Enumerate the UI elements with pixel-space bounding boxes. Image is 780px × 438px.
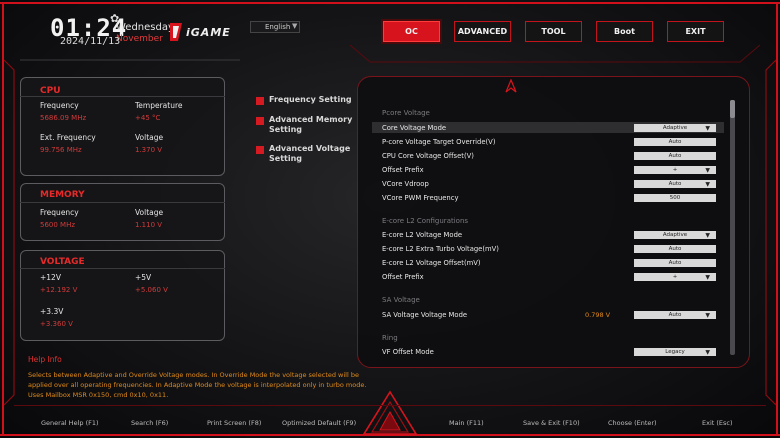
- setting-ecore-l2-offset-label[interactable]: E-core L2 Voltage Offset(mV): [382, 259, 481, 267]
- setting-ecore-l2-offset-input[interactable]: Auto: [634, 259, 716, 267]
- cpu-frequency-value: 5686.09 MHz: [40, 114, 87, 122]
- tab-exit[interactable]: EXIT: [667, 21, 724, 42]
- voltage-title: VOLTAGE: [40, 257, 85, 267]
- v33-value: +3.360 V: [40, 320, 73, 328]
- section-ring: Ring: [382, 334, 398, 342]
- setting-vf-offset-mode-select[interactable]: Legacy ▼: [634, 348, 716, 356]
- bios-screen: 01:24 ✿ Wednesday November 2024/11/13 iG…: [0, 0, 780, 438]
- cpu-voltage-label: Voltage: [135, 133, 164, 142]
- cpu-title: CPU: [40, 86, 61, 96]
- chevron-down-icon: ▼: [705, 166, 710, 174]
- menu-bullet-icon: [256, 146, 264, 154]
- setting-offset-prefix-label[interactable]: Offset Prefix: [382, 166, 424, 174]
- cpu-frequency-label: Frequency: [40, 101, 79, 110]
- setting-pcore-target-override-label[interactable]: P-core Voltage Target Override(V): [382, 138, 496, 146]
- setting-vcore-vdroop-label[interactable]: VCore Vdroop: [382, 180, 429, 188]
- setting-vcore-pwm-label[interactable]: VCore PWM Frequency: [382, 194, 459, 202]
- setting-pcore-target-override-input[interactable]: Auto: [634, 138, 716, 146]
- memory-frequency-label: Frequency: [40, 208, 79, 217]
- footer-choose[interactable]: Choose (Enter): [608, 419, 657, 427]
- sa-voltage-reading: 0.798 V: [585, 311, 611, 319]
- chevron-down-icon: ▼: [705, 348, 710, 356]
- setting-ecore-l2-extra-turbo-input[interactable]: Auto: [634, 245, 716, 253]
- menu-bullet-icon: [256, 97, 264, 105]
- setting-core-voltage-mode-select[interactable]: Adaptive ▼: [634, 124, 716, 132]
- footer-general-help[interactable]: General Help (F1): [41, 419, 99, 427]
- brand-name: iGAME: [186, 26, 231, 39]
- setting-core-voltage-mode-label[interactable]: Core Voltage Mode: [382, 124, 446, 132]
- scrollbar-track[interactable]: [730, 100, 735, 355]
- emblem-icon: [362, 390, 418, 435]
- footer-search[interactable]: Search (F6): [131, 419, 168, 427]
- cpu-temperature-value: +45 °C: [135, 114, 161, 122]
- footer-exit[interactable]: Exit (Esc): [702, 419, 733, 427]
- cpu-voltage-value: 1.370 V: [135, 146, 163, 154]
- tab-boot[interactable]: Boot: [596, 21, 653, 42]
- memory-voltage-label: Voltage: [135, 208, 164, 217]
- chevron-down-icon: ▼: [705, 311, 710, 319]
- footer-save-exit[interactable]: Save & Exit (F10): [523, 419, 580, 427]
- setting-ecore-l2-extra-turbo-label[interactable]: E-core L2 Extra Turbo Voltage(mV): [382, 245, 499, 253]
- scrollbar-thumb[interactable]: [730, 100, 735, 118]
- footer-print-screen[interactable]: Print Screen (F8): [207, 419, 261, 427]
- v12-label: +12V: [40, 273, 61, 282]
- chevron-down-icon: ▼: [292, 22, 298, 30]
- cursor-icon: [505, 79, 517, 93]
- tab-oc[interactable]: OC: [383, 21, 440, 42]
- cpu-ext-frequency-value: 99.756 MHz: [40, 146, 82, 154]
- setting-ecore-l2-mode-select[interactable]: Adaptive ▼: [634, 231, 716, 239]
- tab-advanced[interactable]: ADVANCED: [454, 21, 511, 42]
- menu-advanced-voltage-setting[interactable]: Advanced Voltage Setting: [256, 144, 359, 164]
- menu-frequency-setting[interactable]: Frequency Setting: [256, 95, 359, 105]
- v12-value: +12.192 V: [40, 286, 78, 294]
- voltage-title-divider: [20, 268, 225, 269]
- date-label: 2024/11/13: [60, 36, 121, 47]
- cpu-temperature-label: Temperature: [135, 101, 183, 110]
- weekday-label: Wednesday: [116, 22, 174, 33]
- section-ecore-l2: E-core L2 Configurations: [382, 217, 469, 225]
- footer-main[interactable]: Main (F11): [449, 419, 484, 427]
- chevron-down-icon: ▼: [705, 231, 710, 239]
- menu-advanced-memory-setting[interactable]: Advanced Memory Setting: [256, 115, 359, 135]
- help-title: Help Info: [28, 355, 62, 364]
- memory-frequency-value: 5600 MHz: [40, 221, 76, 229]
- v5-value: +5.060 V: [135, 286, 168, 294]
- setting-sa-voltage-mode-select[interactable]: Auto ▼: [634, 311, 716, 319]
- setting-ecore-l2-mode-label[interactable]: E-core L2 Voltage Mode: [382, 231, 462, 239]
- cpu-ext-frequency-label: Ext. Frequency: [40, 133, 96, 142]
- setting-vf-offset-mode-label[interactable]: VF Offset Mode: [382, 348, 434, 356]
- section-pcore-voltage: Pcore Voltage: [382, 109, 430, 117]
- memory-title: MEMORY: [40, 190, 85, 200]
- footer-divider-line: [14, 405, 766, 406]
- setting-cpu-core-offset-input[interactable]: Auto: [634, 152, 716, 160]
- chevron-down-icon: ▼: [705, 180, 710, 188]
- setting-ecore-offset-prefix-label[interactable]: Offset Prefix: [382, 273, 424, 281]
- v5-label: +5V: [135, 273, 152, 282]
- memory-title-divider: [20, 202, 225, 203]
- section-sa-voltage: SA Voltage: [382, 296, 420, 304]
- setting-vcore-pwm-input[interactable]: 500: [634, 194, 716, 202]
- chevron-down-icon: ▼: [705, 124, 710, 132]
- help-text: Selects between Adaptive and Override Vo…: [28, 371, 367, 399]
- month-label: November: [116, 34, 163, 44]
- v33-label: +3.3V: [40, 307, 64, 316]
- footer-optimized-default[interactable]: Optimized Default (F9): [282, 419, 356, 427]
- memory-voltage-value: 1.110 V: [135, 221, 163, 229]
- setting-ecore-offset-prefix-select[interactable]: + ▼: [634, 273, 716, 281]
- tab-tool[interactable]: TOOL: [525, 21, 582, 42]
- setting-cpu-core-offset-label[interactable]: CPU Core Voltage Offset(V): [382, 152, 474, 160]
- setting-offset-prefix-select[interactable]: + ▼: [634, 166, 716, 174]
- setting-vcore-vdroop-select[interactable]: Auto ▼: [634, 180, 716, 188]
- chevron-down-icon: ▼: [705, 273, 710, 281]
- setting-sa-voltage-mode-label[interactable]: SA Voltage Voltage Mode: [382, 311, 467, 319]
- menu-bullet-icon: [256, 117, 264, 125]
- cpu-title-divider: [20, 96, 225, 97]
